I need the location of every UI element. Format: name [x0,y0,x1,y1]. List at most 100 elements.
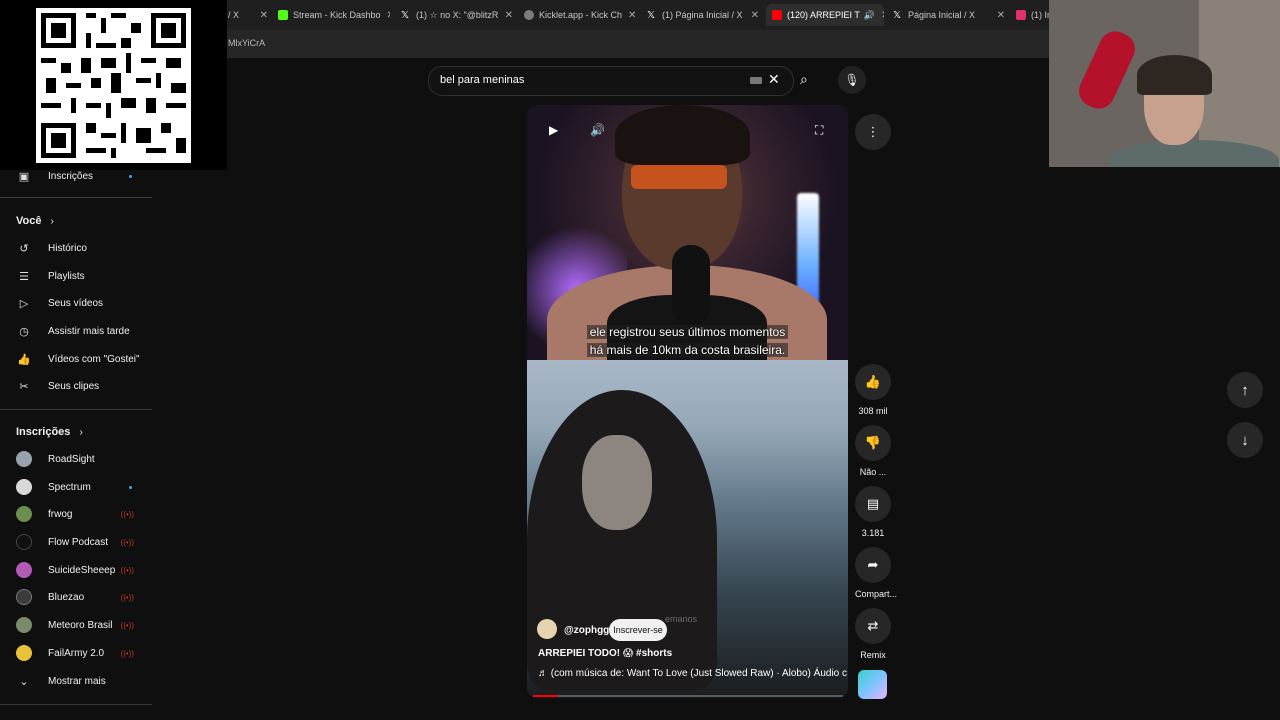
sidebar-item-label: Histórico [48,242,87,254]
close-icon[interactable]: ✕ [499,10,513,21]
sidebar-item-playlists[interactable]: ☰ Playlists [0,263,152,289]
sidebar-item-watch-later[interactable]: ◷ Assistir mais tarde [0,318,152,344]
sidebar-item-channel[interactable]: Meteoro Brasil ((•)) [0,612,152,638]
sidebar-item-channel[interactable]: RoadSight [0,446,152,472]
browser-tab[interactable]: 𝕏 Página Inicial / X ✕ [893,4,1005,26]
avatar [16,506,32,522]
close-icon[interactable]: ✕ [745,10,759,21]
section-header-subscriptions[interactable]: Inscrições › [16,426,83,438]
close-icon[interactable]: ✕ [991,10,1005,21]
browser-tab[interactable]: Kicklet.app - Kick Ch ✕ [524,4,636,26]
divider [0,409,152,410]
search-box[interactable]: bel para meninas ✕ ⌕ [428,66,808,96]
new-content-dot [129,485,132,489]
sidebar-item-channel[interactable]: SuicideSheeep ((•)) [0,557,152,583]
remix-button[interactable]: ⇄ Remix [855,608,891,660]
fullscreen-icon[interactable]: ⛶ [815,123,823,138]
sidebar-item-label: Inscrições [48,170,94,182]
channel-name: Flow Podcast [48,536,109,548]
channel-name: frwog [48,508,73,520]
previous-short-button[interactable]: ↑ [1227,372,1263,408]
live-icon: ((•)) [120,537,134,547]
streamer-microphone [672,245,710,325]
sidebar-item-label: Assistir mais tarde [48,325,130,337]
divider [0,704,152,705]
shorts-video-player[interactable]: ele registrou seus últimos momentos há m… [527,105,848,698]
sidebar-item-channel[interactable]: Bluezao ((•)) [0,584,152,610]
close-icon[interactable]: ✕ [381,10,390,21]
video-caption: ele registrou seus últimos momentos há m… [527,323,848,359]
avatar [16,589,32,605]
sidebar-item-channel[interactable]: Spectrum [0,474,152,500]
volume-icon[interactable]: 🔊 [590,123,605,137]
voice-search-button[interactable]: 🎙 [838,66,866,94]
sidebar-item-liked-videos[interactable]: 👍 Vídeos com "Gostei" [0,346,152,372]
clear-search-icon[interactable]: ✕ [768,71,780,88]
streamer-hair [615,105,750,165]
channel-name: Bluezao [48,591,85,603]
section-title: Inscrições [16,426,71,438]
next-short-button[interactable]: ↓ [1227,422,1263,458]
tab-title: (120) ARREPIEI T [787,10,860,20]
channel-name[interactable]: @zophgg [564,625,609,636]
sidebar-item-channel[interactable]: frwog ((•)) [0,501,152,527]
comment-icon: ▤ [855,486,891,522]
tab-title: (1) In [1031,10,1050,20]
playlists-icon: ☰ [19,270,29,283]
browser-tab[interactable]: 𝕏 (1) ☆ no X: "@blitzR ✕ [401,4,513,26]
browser-tab-active[interactable]: (120) ARREPIEI T 🔊 ✕ [766,4,884,26]
search-input[interactable]: bel para meninas [440,74,524,86]
like-count: 308 mil [858,406,888,416]
dislike-button[interactable]: 👎 Não ... [855,425,891,477]
more-options-button[interactable]: ⋮ [855,114,891,150]
keyboard-icon[interactable] [750,77,762,84]
sidebar-item-label: Seus vídeos [48,297,104,309]
close-icon[interactable]: ✕ [254,10,268,21]
search-icon[interactable]: ⌕ [800,71,808,88]
comments-button[interactable]: ▤ 3.181 [855,486,891,538]
sidebar-item-your-videos[interactable]: ▷ Seus vídeos [0,290,152,316]
subscribe-button[interactable]: Inscrever-se [609,619,667,641]
sidebar-item-channel[interactable]: Flow Podcast ((•)) [0,529,152,555]
close-icon[interactable]: ✕ [875,10,884,21]
section-header-you[interactable]: Você › [16,215,54,227]
sidebar-item-clips[interactable]: ✂ Seus clipes [0,373,152,399]
play-icon[interactable]: ▶ [549,123,558,137]
live-icon: ((•)) [120,620,134,630]
like-button[interactable]: 👍 308 mil [855,364,891,416]
browser-tab[interactable]: (1) In [1016,4,1050,26]
remix-icon: ⇄ [855,608,891,644]
instagram-icon [1016,10,1026,20]
close-icon[interactable]: ✕ [622,10,636,21]
tab-title: (1) Página Inicial / X [662,10,743,20]
show-more-button[interactable]: ⌄ Mostrar mais [0,668,152,694]
video-progress-bar[interactable] [533,695,843,697]
avatar [16,479,32,495]
subscriptions-icon: ▣ [18,170,30,183]
browser-tab[interactable]: / X ✕ [228,4,268,26]
x-logo-icon: 𝕏 [401,10,410,21]
progress-fill [533,695,558,697]
sidebar-item-channel[interactable]: FailArmy 2.0 ((•)) [0,640,152,666]
share-button[interactable]: ➦ Compart... [855,547,898,599]
hashtag-link[interactable]: #shorts [636,648,672,659]
browser-tab[interactable]: Stream - Kick Dashbo✕ [278,4,390,26]
browser-tab[interactable]: 𝕏 (1) Página Inicial / X ✕ [647,4,759,26]
share-label: Compart... [855,589,898,599]
sidebar-item-label: Playlists [48,270,85,282]
youtube-icon [772,10,782,20]
music-info[interactable]: ♬ (com música de: Want To Love (Just Slo… [538,668,847,679]
qr-code-overlay [0,0,227,170]
arrow-up-icon: ↑ [1241,381,1249,399]
channel-avatar[interactable] [537,619,557,639]
sound-thumbnail[interactable] [858,670,887,699]
thumbs-up-icon: 👍 [17,353,31,366]
microphone-icon: 🎙 [844,73,860,87]
dislike-label: Não ... [859,467,887,477]
avatar [16,534,32,550]
channel-name: SuicideSheeep [48,564,116,576]
streamer-glasses [631,165,727,189]
sidebar-item-history[interactable]: ↺ Histórico [0,235,152,261]
webcam-overlay [1049,0,1280,167]
video-title: ARREPIEI TODO! 😱 #shorts [538,648,672,659]
